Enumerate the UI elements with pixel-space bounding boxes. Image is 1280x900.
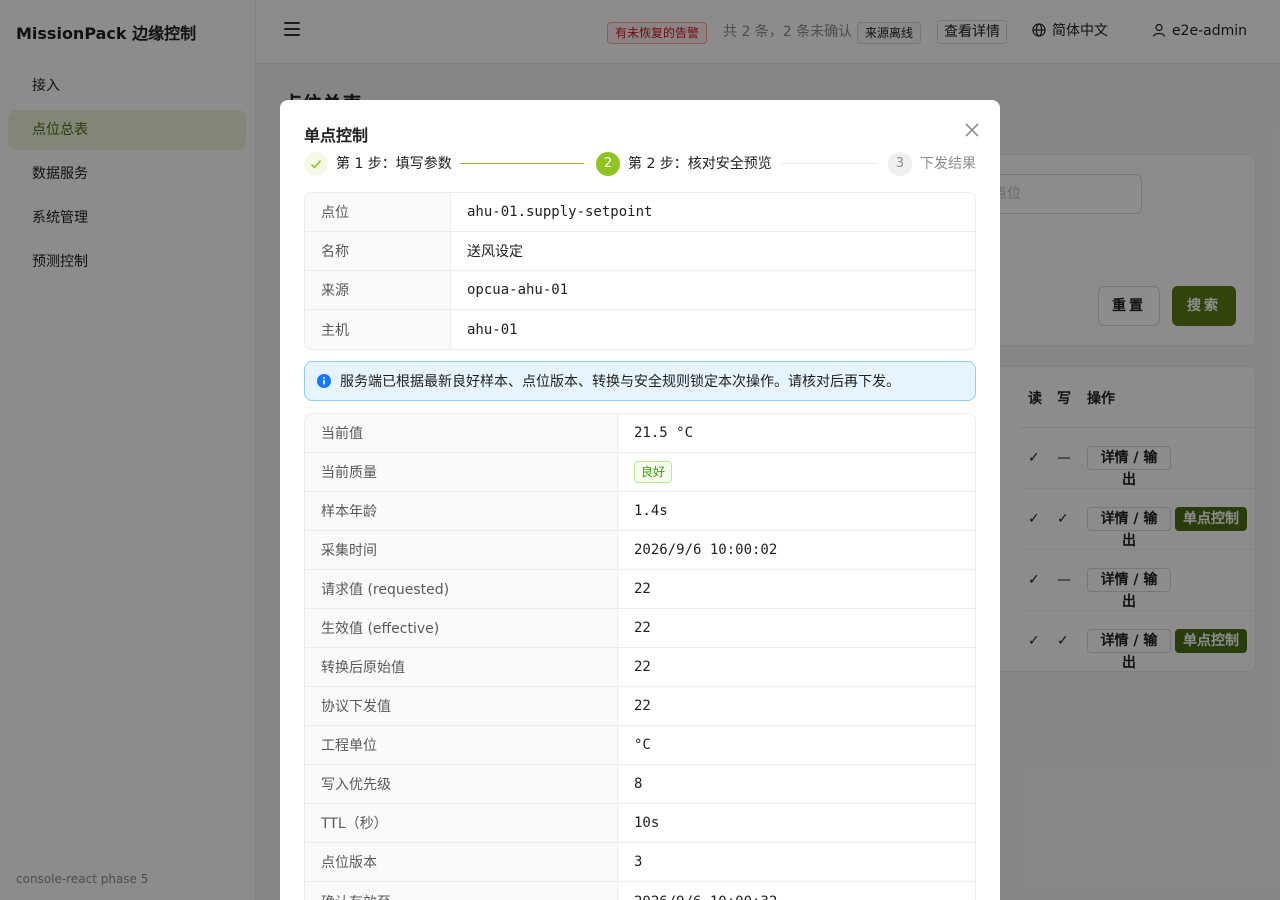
table-row: 确认有效至2026/9/6 10:00:32 bbox=[305, 882, 975, 900]
step-1-connector bbox=[460, 163, 584, 164]
detail-value: °C bbox=[618, 726, 975, 765]
table-row: TTL（秒） 10s bbox=[305, 804, 975, 843]
table-row: 点位版本 3 bbox=[305, 843, 975, 882]
table-row: 采集时间 2026/9/6 10:00:02 bbox=[305, 531, 975, 570]
table-row: 点位 ahu-01.supply-setpoint bbox=[305, 193, 975, 232]
detail-value: 22 bbox=[618, 609, 975, 648]
step-3-label: 下发结果 bbox=[920, 156, 976, 172]
name-value: 送风设定 bbox=[451, 232, 975, 271]
progress-steps: 第 1 步：填写参数 2 第 2 步：核对安全预览 3 下发结果 bbox=[304, 152, 976, 176]
table-row: 请求值 (requested) 22 bbox=[305, 570, 975, 609]
detail-value: 3 bbox=[618, 843, 975, 882]
point-value: ahu-01.supply-setpoint bbox=[451, 193, 975, 232]
info-alert: 服务端已根据最新良好样本、点位版本、转换与安全规则锁定本次操作。请核对后再下发。 bbox=[304, 361, 976, 401]
info-message: 服务端已根据最新良好样本、点位版本、转换与安全规则锁定本次操作。请核对后再下发。 bbox=[340, 374, 900, 390]
detail-key: 工程单位 bbox=[305, 726, 618, 765]
detail-value: 2026/9/6 10:00:02 bbox=[618, 531, 975, 570]
info-icon bbox=[317, 374, 331, 388]
detail-key: 点位版本 bbox=[305, 843, 618, 882]
detail-value: 22 bbox=[618, 687, 975, 726]
table-row: 当前值 21.5 °C bbox=[305, 414, 975, 453]
table-row: 写入优先级 8 bbox=[305, 765, 975, 804]
source-label: 来源 bbox=[305, 271, 451, 310]
step-1-label: 第 1 步：填写参数 bbox=[336, 156, 452, 172]
table-row: 名称 送风设定 bbox=[305, 232, 975, 271]
detail-value: 8 bbox=[618, 765, 975, 804]
step-3-number: 3 bbox=[888, 152, 912, 176]
table-row: 生效值 (effective) 22 bbox=[305, 609, 975, 648]
host-value: ahu-01 bbox=[467, 321, 518, 338]
safety-preview-table: 当前值 21.5 °C 当前质量 良好 样本年龄 1.4s 采集时间 2026/9/6 … bbox=[304, 413, 976, 900]
detail-key: 采集时间 bbox=[305, 531, 618, 570]
detail-key: 生效值 (effective) bbox=[305, 609, 618, 648]
table-row: 样本年龄 1.4s bbox=[305, 492, 975, 531]
point-info-table: 点位 ahu-01.supply-setpoint 名称 送风设定 来源 opcua-… bbox=[304, 192, 976, 350]
detail-value: 22 bbox=[618, 648, 975, 687]
single-point-control-modal: 单点控制 第 1 步：填写参数 2 第 2 步：核对安全预览 3 下发结果 点位… bbox=[280, 100, 1000, 900]
point-label: 点位 bbox=[305, 193, 451, 232]
table-row: 工程单位 °C bbox=[305, 726, 975, 765]
detail-key: 样本年龄 bbox=[305, 492, 618, 531]
detail-key: 写入优先级 bbox=[305, 765, 618, 804]
detail-value: 22 bbox=[618, 570, 975, 609]
name-label: 名称 bbox=[305, 232, 451, 271]
table-row: 当前质量 良好 bbox=[305, 453, 975, 492]
modal-title: 单点控制 bbox=[304, 126, 369, 145]
detail-key: 当前质量 bbox=[305, 453, 618, 492]
detail-value: 2026/9/6 10:00:32 bbox=[618, 882, 975, 900]
step-2-label: 第 2 步：核对安全预览 bbox=[628, 156, 772, 172]
source-value: opcua-ahu-01 bbox=[451, 271, 975, 310]
detail-value: 1.4s bbox=[618, 492, 975, 531]
detail-value: 良好 bbox=[618, 453, 975, 492]
quality-badge: 良好 bbox=[634, 461, 673, 483]
detail-key: 当前值 bbox=[305, 414, 618, 453]
table-row: 转换后原始值 22 bbox=[305, 648, 975, 687]
close-icon[interactable] bbox=[962, 120, 982, 140]
table-row: 主机 ahu-01 bbox=[305, 310, 975, 349]
table-row: 协议下发值 22 bbox=[305, 687, 975, 726]
table-row: 来源 opcua-ahu-01 bbox=[305, 271, 975, 310]
detail-key: TTL（秒） bbox=[305, 804, 618, 843]
detail-value: 21.5 °C bbox=[618, 414, 975, 453]
detail-key: 转换后原始值 bbox=[305, 648, 618, 687]
host-label: 主机 bbox=[305, 310, 451, 349]
step-2-number: 2 bbox=[596, 152, 620, 176]
detail-key: 请求值 (requested) bbox=[305, 570, 618, 609]
step-1-check-icon bbox=[304, 152, 328, 176]
detail-value: 10s bbox=[618, 804, 975, 843]
detail-key: 确认有效至 bbox=[305, 882, 618, 900]
detail-key: 协议下发值 bbox=[305, 687, 618, 726]
step-2-connector bbox=[782, 163, 876, 164]
